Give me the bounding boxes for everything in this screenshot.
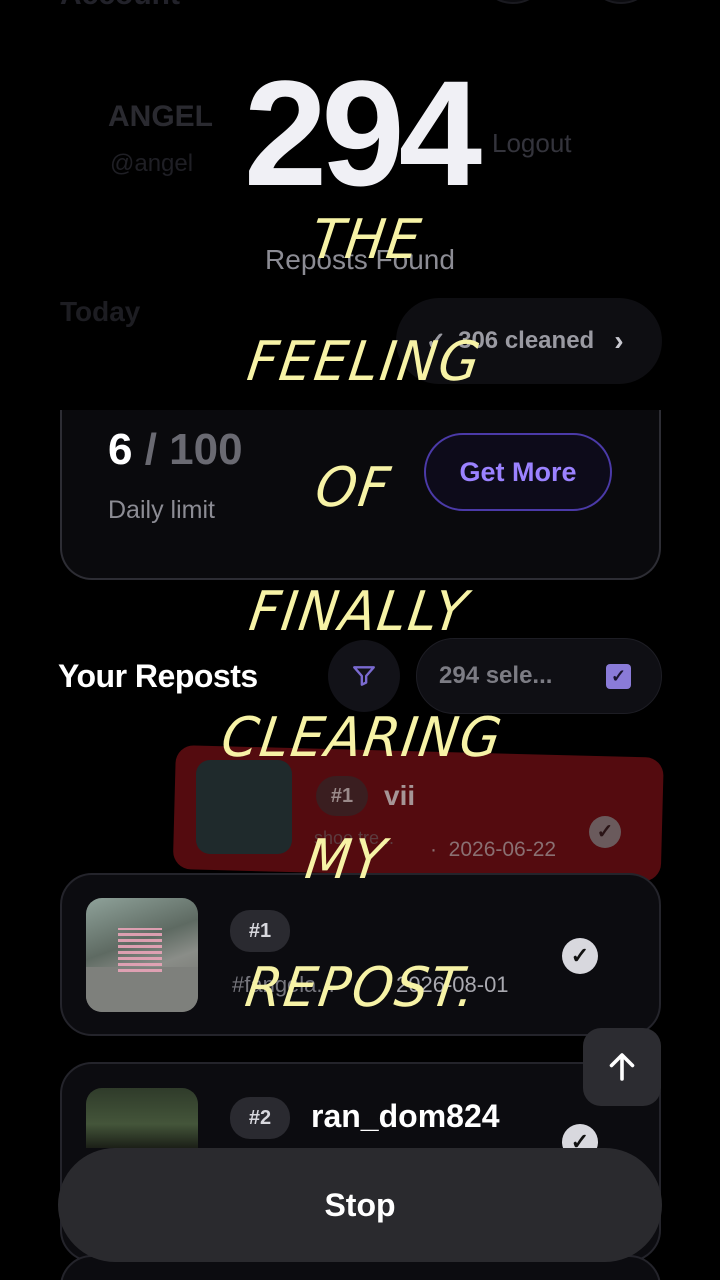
overlay-caption-word: MY — [301, 828, 392, 892]
stop-button[interactable]: Stop — [58, 1148, 662, 1262]
overlay-caption-word: REPOST. — [241, 956, 481, 1020]
thumbnail — [86, 898, 198, 1012]
item-checkbox[interactable]: ✓ — [562, 938, 598, 974]
header-action-button[interactable] — [478, 0, 548, 4]
chevron-right-icon: › — [614, 325, 624, 356]
thumbnail — [196, 760, 292, 854]
rank-badge: #1 — [230, 910, 290, 952]
scroll-to-top-button[interactable] — [583, 1028, 661, 1106]
thumbnail — [86, 1088, 198, 1148]
daily-limit-count: 6 / 100 — [108, 425, 243, 474]
overlay-caption-word: THE — [307, 208, 427, 272]
today-label: Today — [60, 296, 141, 327]
select-all-checkbox[interactable]: ✓ — [606, 664, 631, 689]
daily-limit-label: Daily limit — [108, 496, 215, 524]
your-reposts-heading: Your Reposts — [58, 658, 258, 694]
rank-badge: #2 — [230, 1097, 290, 1139]
arrow-up-icon — [609, 1053, 635, 1081]
selection-count: 294 sele... — [439, 662, 553, 689]
get-more-button[interactable]: Get More — [424, 433, 612, 511]
item-checkbox[interactable]: ✓ — [589, 816, 621, 848]
item-username: ran_dom824 — [311, 1098, 500, 1134]
item-date: · 2026-06-22 — [430, 838, 557, 861]
settings-button[interactable] — [586, 0, 656, 4]
rank-badge: #1 — [316, 776, 368, 816]
item-username: vii — [384, 780, 416, 811]
overlay-caption-word: FEELING — [243, 330, 486, 394]
overlay-caption-word: CLEARING — [217, 706, 507, 770]
reposts-found-count: 294 — [243, 49, 482, 217]
overlay-caption-word: OF — [311, 456, 396, 520]
filter-icon — [353, 666, 375, 686]
overlay-caption-word: FINALLY — [245, 580, 473, 644]
page-title: Account — [60, 0, 180, 12]
filter-button[interactable] — [328, 640, 400, 712]
